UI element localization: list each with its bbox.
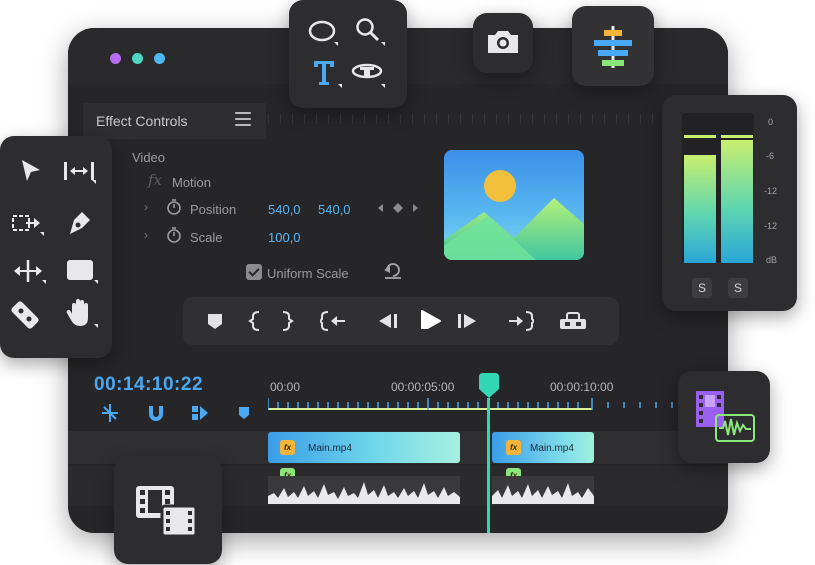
meter-scale-12b: -12	[764, 221, 778, 231]
window-dot-blue[interactable]	[154, 53, 165, 64]
video-section-label: Video	[132, 150, 166, 165]
position-label: Position	[190, 202, 237, 217]
effect-controls-title: Effect Controls	[96, 113, 188, 129]
slip-tool-icon[interactable]	[12, 258, 48, 286]
clip-1-label: Main.mp4	[308, 443, 352, 454]
step-forward-icon[interactable]	[456, 311, 478, 331]
video-clip-1[interactable]	[268, 432, 460, 463]
scale-value[interactable]: 100,0	[268, 230, 301, 245]
hand-tool-icon[interactable]	[64, 296, 100, 332]
meter-scale-12a: -12	[764, 186, 778, 196]
meter-bar-left	[684, 155, 716, 263]
window-dot-purple[interactable]	[110, 53, 121, 64]
meter-scale-0: 0	[768, 117, 774, 127]
motion-group-label: Motion	[172, 175, 212, 190]
scale-label: Scale	[190, 230, 223, 245]
position-expand-chevron[interactable]: ›	[144, 200, 148, 214]
film-clip-icon	[136, 486, 198, 538]
play-icon[interactable]	[418, 309, 442, 329]
keyframe-nav-icon[interactable]	[377, 202, 419, 214]
align-center-icon	[594, 26, 632, 68]
solo-button-right[interactable]: S	[728, 278, 748, 298]
rectangle-tool-icon[interactable]	[64, 256, 100, 286]
go-to-in-icon[interactable]	[320, 311, 346, 331]
uniform-scale-checkbox[interactable]	[246, 264, 262, 280]
top-ruler-strip	[268, 114, 728, 124]
landscape-image-icon	[444, 170, 584, 260]
reset-icon[interactable]	[383, 262, 403, 280]
current-timecode[interactable]: 00:14:10:22	[94, 374, 203, 396]
position-x-value[interactable]: 540,0	[268, 202, 301, 217]
audio-meter-panel: 0 -6 -12 -12 dB S S	[662, 95, 797, 311]
mark-out-icon[interactable]	[280, 311, 294, 331]
meter-scale-6: -6	[766, 151, 775, 161]
snapshot-button[interactable]	[473, 13, 533, 73]
mark-in-icon[interactable]	[248, 311, 262, 331]
magnet-icon[interactable]	[146, 403, 166, 423]
export-frame-icon[interactable]	[558, 311, 588, 331]
scale-stopwatch-icon[interactable]	[166, 226, 182, 244]
audio-waveform-2[interactable]	[492, 476, 594, 512]
preview-thumbnail[interactable]	[444, 150, 584, 260]
playhead-line[interactable]	[487, 398, 490, 533]
timeline-marker-icon[interactable]	[234, 403, 254, 423]
timeline-ruler[interactable]	[268, 398, 728, 410]
stage: Effect Controls Video fx Motion › Positi…	[0, 0, 815, 565]
zoom-tool-icon[interactable]	[353, 16, 387, 46]
tools-palette	[0, 136, 112, 358]
position-y-value[interactable]: 540,0	[318, 202, 351, 217]
selection-arrow-icon[interactable]	[18, 158, 44, 184]
razor-tool-icon[interactable]	[8, 298, 44, 334]
fx-icon: fx	[147, 171, 163, 189]
ruler-label-start: 00:00	[270, 380, 301, 394]
shapes-text-palette	[289, 0, 407, 108]
svg-text:fx: fx	[147, 171, 163, 189]
link-audio-video-panel[interactable]	[678, 371, 770, 463]
linked-selection-icon[interactable]	[190, 403, 210, 423]
scale-expand-chevron[interactable]: ›	[144, 228, 148, 242]
position-stopwatch-icon[interactable]	[166, 198, 182, 216]
video-audio-link-icon	[696, 391, 755, 442]
solo-button-left[interactable]: S	[692, 278, 712, 298]
add-marker-icon[interactable]	[206, 311, 224, 331]
step-back-icon[interactable]	[377, 311, 399, 331]
meter-scale-db: dB	[766, 255, 778, 265]
audio-waveform-1[interactable]	[268, 476, 460, 512]
ruler-label-10s: 00:00:10:00	[550, 380, 614, 394]
ellipse-tool-icon[interactable]	[307, 18, 341, 46]
ruler-label-5s: 00:00:05:00	[391, 380, 455, 394]
snap-icon[interactable]	[100, 403, 120, 423]
playhead-handle[interactable]	[477, 373, 501, 399]
media-panel[interactable]	[114, 456, 222, 564]
align-panel[interactable]	[572, 6, 654, 86]
window-dot-teal[interactable]	[132, 53, 143, 64]
clip-1-fx-badge[interactable]: fx	[280, 440, 295, 455]
type-tool-icon[interactable]	[311, 58, 345, 90]
level-meter	[684, 135, 753, 263]
track-select-icon[interactable]	[10, 210, 46, 238]
vertical-type-icon[interactable]	[349, 58, 387, 90]
meter-bar-right	[721, 140, 753, 263]
clip-2-fx-badge[interactable]: fx	[506, 440, 521, 455]
pen-tool-icon[interactable]	[64, 208, 94, 240]
ripple-edit-icon[interactable]	[62, 158, 98, 184]
hamburger-menu-icon[interactable]	[235, 112, 251, 126]
go-to-out-icon[interactable]	[508, 311, 534, 331]
uniform-scale-label: Uniform Scale	[267, 266, 349, 281]
clip-2-label: Main.mp4	[530, 443, 574, 454]
camera-icon	[488, 31, 518, 53]
